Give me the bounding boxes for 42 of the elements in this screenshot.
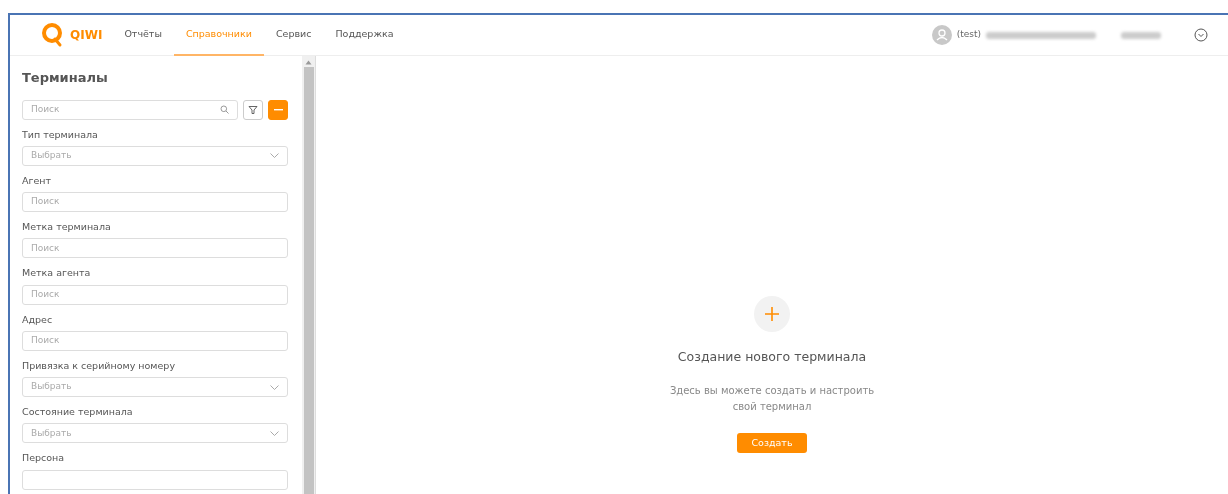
field-label: Персона: [22, 451, 66, 466]
empty-state-title: Создание нового терминала: [677, 348, 867, 366]
create-button[interactable]: Создать: [737, 432, 807, 453]
input-field[interactable]: Поиск: [22, 238, 288, 259]
filter-button[interactable]: [243, 99, 263, 120]
caret-icon: [270, 153, 279, 159]
search-field[interactable]: Поиск: [22, 99, 238, 120]
input-field[interactable]: Поиск: [22, 192, 288, 212]
empty-state-text: Здесь вы можете создать и настроить свой терминал: [668, 383, 876, 414]
field-label: Метка агента: [22, 266, 92, 281]
input-field[interactable]: Поиск: [22, 284, 288, 305]
minus-icon: [273, 108, 283, 111]
field-label: Состояние терминала: [22, 405, 134, 419]
field-label: Тип терминала: [22, 127, 99, 142]
field-label: Привязка к серийному номеру: [22, 358, 177, 373]
nav-tab[interactable]: Отчёты: [112, 14, 174, 56]
scroll-thumb[interactable]: [303, 67, 314, 494]
user-name: (test): [956, 28, 981, 42]
input-field[interactable]: Поиск: [22, 330, 288, 351]
search-icon: [220, 105, 229, 114]
add-icon[interactable]: [754, 296, 790, 332]
nav-tab[interactable]: Справочники: [173, 14, 264, 56]
field-label: Метка терминала: [22, 220, 112, 234]
sidebar-title: Терминалы: [22, 69, 109, 87]
input-field[interactable]: [22, 469, 288, 490]
nav-tab[interactable]: Поддержка: [323, 14, 406, 56]
filter-icon: [248, 104, 258, 115]
select-field[interactable]: Выбрать: [22, 423, 288, 444]
select-field[interactable]: Выбрать: [22, 145, 288, 166]
avatar-icon: [931, 25, 952, 45]
scrollbar[interactable]: [302, 56, 316, 494]
collapse-button[interactable]: [268, 99, 288, 120]
field-label: Агент: [22, 173, 53, 188]
chevron-down-icon[interactable]: [1194, 28, 1208, 42]
select-field[interactable]: Выбрать: [22, 377, 288, 397]
scroll-up-icon[interactable]: [305, 60, 312, 65]
blurred-text: [1121, 31, 1161, 39]
caret-icon: [270, 430, 279, 436]
field-label: Адрес: [22, 312, 54, 327]
nav-tab[interactable]: Сервис: [263, 14, 324, 56]
caret-icon: [270, 384, 279, 390]
logo-text: QIWI: [70, 27, 103, 44]
